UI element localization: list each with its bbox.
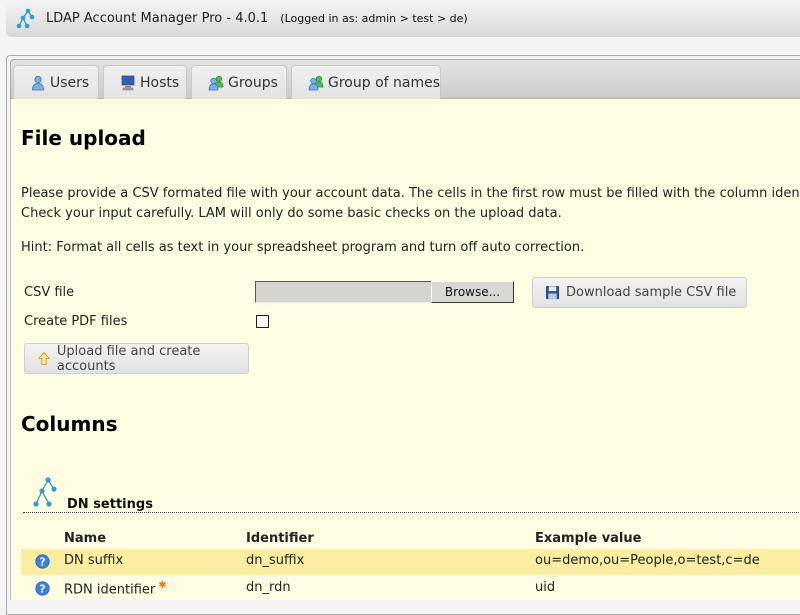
tab-groups[interactable]: Groups	[191, 65, 287, 100]
row-identifier: dn_suffix	[246, 553, 305, 568]
tab-group-of-names[interactable]: Group of names	[291, 65, 441, 100]
section-divider	[23, 512, 800, 513]
file-upload-title: File upload	[21, 126, 146, 150]
required-marker-icon: ✱	[158, 580, 167, 591]
group-of-names-icon	[308, 75, 324, 91]
row-name: RDN identifier ✱	[64, 580, 167, 597]
content-area: File upload Please provide a CSV formate…	[10, 99, 800, 600]
browse-button[interactable]: Browse...	[431, 281, 514, 303]
help-icon[interactable]: ?	[35, 581, 50, 596]
columns-title: Columns	[21, 412, 118, 436]
header-identifier: Identifier	[246, 531, 314, 546]
hint-text: Hint: Format all cells as text in your s…	[21, 240, 585, 255]
header-name: Name	[64, 531, 107, 546]
row-example: uid	[535, 580, 556, 595]
intro-line-1: Please provide a CSV formated file with …	[21, 186, 800, 201]
header-example: Example value	[535, 531, 642, 546]
upload-create-accounts-button[interactable]: Upload file and create accounts	[24, 343, 249, 374]
tab-bar: Users Hosts Groups Group of names	[10, 59, 800, 100]
arrow-up-icon	[37, 351, 51, 366]
svg-text:?: ?	[40, 583, 46, 595]
dn-settings-title: DN settings	[67, 497, 153, 512]
table-row: ? DN suffix dn_suffix ou=demo,ou=People,…	[21, 549, 800, 575]
logged-in-info: (Logged in as: admin > test > de)	[280, 12, 468, 25]
ldap-tree-logo-icon	[16, 8, 35, 28]
help-icon[interactable]: ?	[35, 554, 50, 569]
tab-group-of-names-label: Group of names	[328, 75, 441, 91]
tab-users-label: Users	[50, 75, 90, 91]
dn-tree-icon	[33, 477, 57, 507]
download-sample-csv-button[interactable]: Download sample CSV file	[532, 277, 747, 308]
app-title: LDAP Account Manager Pro - 4.0.1	[46, 11, 269, 26]
download-sample-csv-label: Download sample CSV file	[566, 285, 737, 300]
app-header: LDAP Account Manager Pro - 4.0.1 (Logged…	[6, 0, 800, 37]
row-identifier: dn_rdn	[246, 580, 291, 595]
row-example: ou=demo,ou=People,o=test,c=de	[535, 553, 760, 568]
tab-hosts[interactable]: Hosts	[103, 65, 187, 100]
floppy-disk-icon	[545, 285, 560, 300]
row-name-text: RDN identifier	[64, 582, 156, 598]
create-pdf-label: Create PDF files	[24, 314, 128, 329]
tab-hosts-label: Hosts	[140, 75, 180, 91]
tab-users[interactable]: Users	[13, 65, 99, 100]
tab-groups-label: Groups	[228, 75, 278, 91]
groups-icon	[208, 75, 224, 91]
users-icon	[32, 75, 44, 91]
create-pdf-checkbox[interactable]	[256, 315, 269, 328]
svg-text:?: ?	[40, 556, 46, 568]
table-row: ? RDN identifier ✱ dn_rdn uid	[21, 576, 800, 602]
intro-line-2: Check your input carefully. LAM will onl…	[21, 206, 562, 221]
hosts-icon	[121, 75, 135, 91]
upload-create-accounts-label: Upload file and create accounts	[56, 343, 201, 374]
row-name: DN suffix	[64, 553, 124, 568]
csv-file-input[interactable]	[255, 281, 431, 303]
csv-file-label: CSV file	[24, 285, 75, 300]
